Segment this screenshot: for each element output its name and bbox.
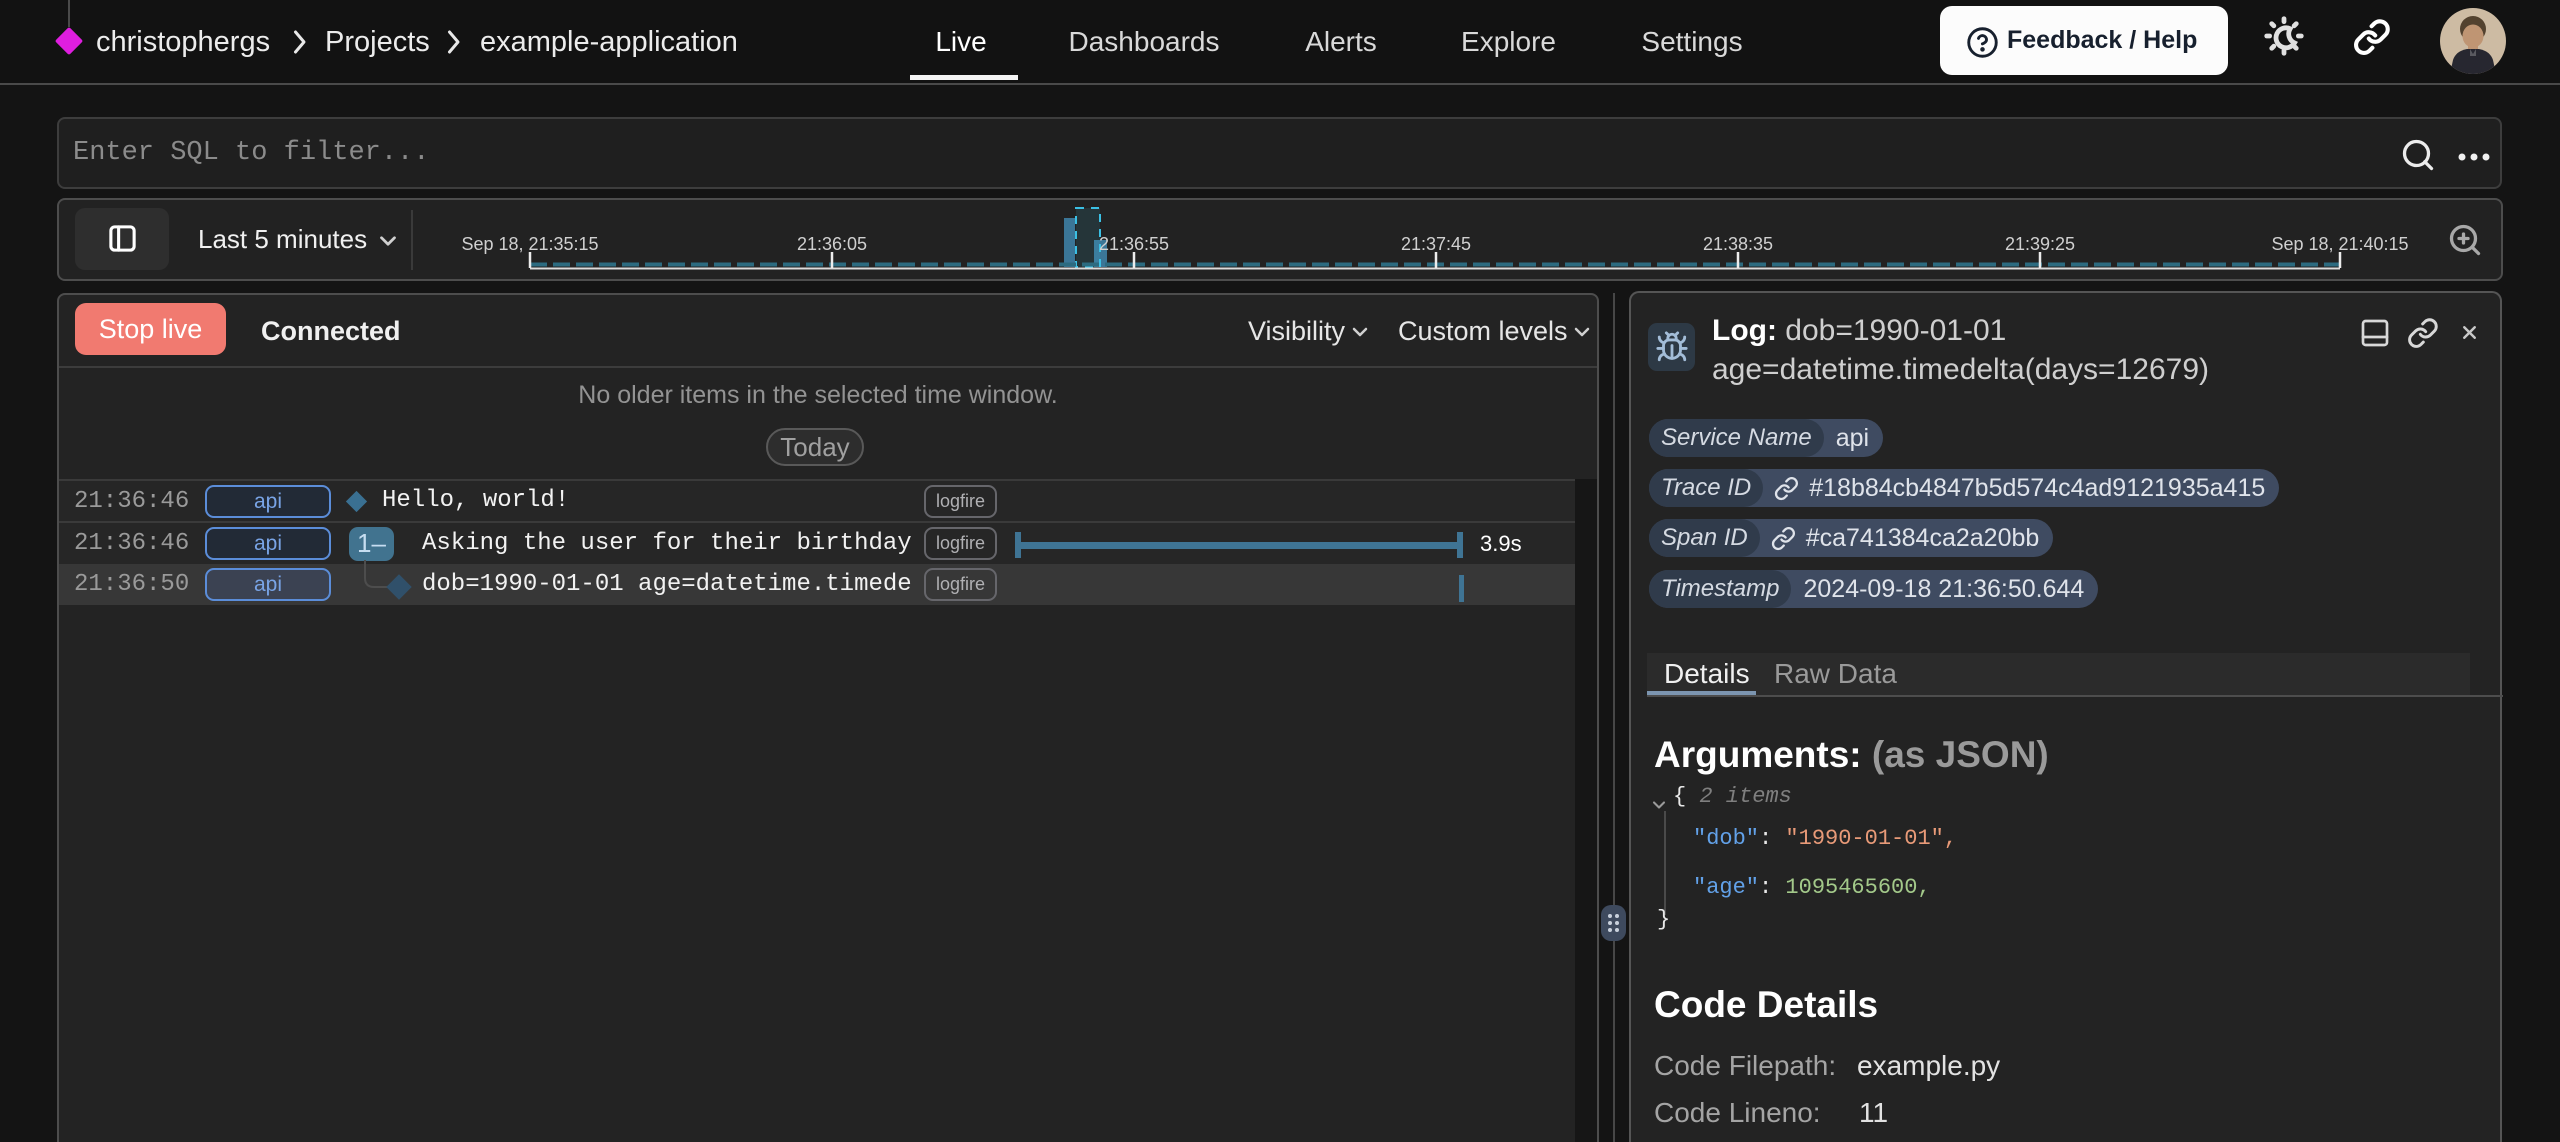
svg-text:21:36:55: 21:36:55 (1099, 234, 1169, 254)
svg-text:21:37:45: 21:37:45 (1401, 234, 1471, 254)
svg-text:Sep 18, 21:35:15: Sep 18, 21:35:15 (461, 234, 598, 254)
svg-text:21:36:05: 21:36:05 (797, 234, 867, 254)
svg-text:21:38:35: 21:38:35 (1703, 234, 1773, 254)
svg-text:Sep 18, 21:40:15: Sep 18, 21:40:15 (2271, 234, 2408, 254)
svg-text:21:39:25: 21:39:25 (2005, 234, 2075, 254)
